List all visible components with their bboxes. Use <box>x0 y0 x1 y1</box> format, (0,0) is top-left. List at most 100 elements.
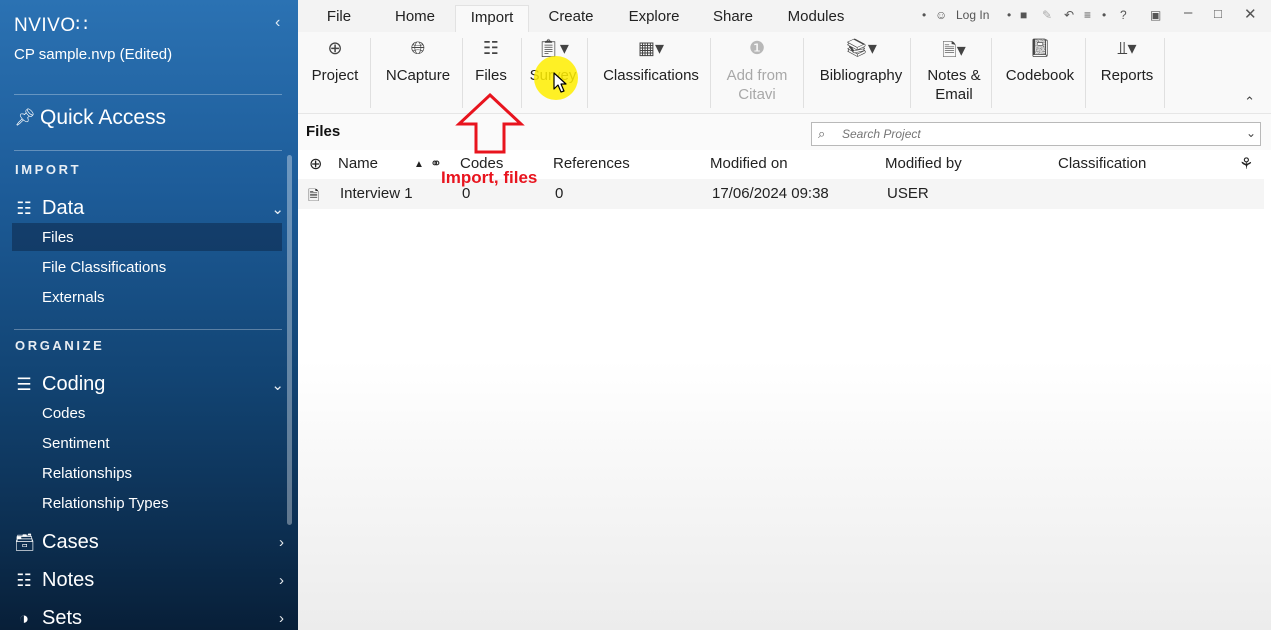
menu-bar: File Home Import Create Explore Share Mo… <box>298 0 1271 32</box>
sidebar-item-relationships[interactable]: Relationships <box>42 465 132 482</box>
tab-share[interactable]: Share <box>704 5 762 32</box>
sidebar-group-data[interactable]: ☷ Data ⌄ <box>14 197 286 220</box>
tab-explore[interactable]: Explore <box>619 5 689 32</box>
ribbon-separator <box>1164 38 1165 108</box>
main-area: File Home Import Create Explore Share Mo… <box>298 0 1271 630</box>
search-box[interactable]: ⌕ ⌄ <box>811 122 1261 146</box>
sidebar-group-coding-label: Coding <box>42 373 106 395</box>
files-panel-title: Files <box>306 123 341 140</box>
ribbon-separator <box>1085 38 1086 108</box>
reports-button[interactable]: ⫫▾ Reports <box>1090 32 1164 110</box>
column-header-references[interactable]: References <box>553 155 630 172</box>
quick-access[interactable]: 📌︎ Quick Access <box>14 106 166 130</box>
tab-import[interactable]: Import <box>455 5 529 32</box>
classifications-button-label: Classifications <box>603 67 699 84</box>
mouse-pointer-icon <box>553 72 567 93</box>
notes-email-label-line1: Notes & <box>927 67 981 84</box>
ncapture-button-label: NCapture <box>385 67 451 84</box>
project-button-label: Project <box>311 67 359 84</box>
ribbon-import: ⊕ Project 🌐︎ NCapture ☷ Files 📋︎▾ Survey… <box>298 32 1271 114</box>
sidebar-group-notes-label: Notes <box>42 569 95 591</box>
search-input[interactable] <box>842 125 1222 143</box>
collapse-sidebar-icon[interactable]: ‹ <box>275 14 280 32</box>
undo-icon[interactable]: ↶ <box>1064 8 1074 22</box>
cell-modified-by: USER <box>887 185 929 202</box>
codebook-button[interactable]: 📓︎ Codebook <box>998 32 1082 110</box>
project-button[interactable]: ⊕ Project <box>304 32 366 110</box>
document-icon: 🗎︎ <box>308 187 320 203</box>
sidebar-group-coding[interactable]: ☰ Coding ⌄ <box>14 373 286 396</box>
column-header-modified-on[interactable]: Modified on <box>710 155 788 172</box>
tab-file[interactable]: File <box>316 5 362 32</box>
minimize-icon[interactable]: – <box>1184 4 1192 21</box>
files-button-label: Files <box>475 67 507 84</box>
sidebar-group-data-label: Data <box>42 197 85 219</box>
tab-modules[interactable]: Modules <box>776 5 856 32</box>
citavi-icon: ❶ <box>748 38 766 58</box>
sidebar-group-cases[interactable]: 🗃︎ Cases › <box>14 531 286 554</box>
ribbon-separator <box>803 38 804 108</box>
chevron-down-icon[interactable]: ⌄ <box>1246 126 1256 140</box>
collapse-ribbon-icon[interactable]: ⌃ <box>1244 94 1255 110</box>
ribbon-separator <box>587 38 588 108</box>
add-from-citavi-button[interactable]: ❶ Add from Citavi <box>716 32 798 110</box>
notes-email-button[interactable]: 🗎︎▾ Notes & Email <box>914 32 994 110</box>
close-icon[interactable]: ✕ <box>1244 5 1257 23</box>
classifications-button[interactable]: ▦▾ Classifications <box>596 32 706 110</box>
sidebar-group-sets[interactable]: ◑ Sets › <box>14 607 286 630</box>
ncapture-button[interactable]: 🌐︎ NCapture <box>378 32 458 110</box>
notes-icon: ☷ <box>16 570 32 590</box>
account-icon[interactable]: ☺ <box>935 8 947 22</box>
sidebar-item-relationship-types[interactable]: Relationship Types <box>42 495 168 512</box>
sets-icon: ◑ <box>18 608 30 628</box>
help-icon[interactable]: ? <box>1120 8 1127 22</box>
bibliography-button[interactable]: 📚︎▾ Bibliography <box>808 32 914 110</box>
sidebar-scrollbar[interactable] <box>287 155 292 525</box>
column-header-classification[interactable]: Classification <box>1058 155 1146 172</box>
pin-icon: 📌︎ <box>14 108 36 127</box>
login-link[interactable]: Log In <box>956 8 989 22</box>
chevron-right-icon: › <box>279 610 284 627</box>
edit-icon[interactable]: ✎ <box>1042 8 1052 22</box>
annotation-label: Import, files <box>441 168 538 187</box>
sort-ascending-icon[interactable]: ▲ <box>414 159 424 170</box>
sidebar-item-sentiment[interactable]: Sentiment <box>42 435 110 452</box>
codebook-button-label: Codebook <box>1005 67 1075 84</box>
dot-icon: • <box>1007 8 1012 22</box>
files-toolbar: Files ⌕ ⌄ <box>298 114 1271 150</box>
sidebar-item-externals[interactable]: Externals <box>42 289 105 306</box>
classifications-grid-icon: ▦▾ <box>637 38 665 58</box>
save-icon[interactable]: ■ <box>1020 8 1027 22</box>
add-from-citavi-label-line2: Citavi <box>738 86 776 103</box>
palette-icon[interactable]: ⚘ <box>1239 154 1253 174</box>
list-background <box>298 360 1271 630</box>
chevron-down-icon: ⌄ <box>271 376 284 394</box>
notes-email-label-line2: Email <box>935 86 973 103</box>
cell-modified-on: 17/06/2024 09:38 <box>712 185 829 202</box>
customize-icon[interactable]: ≡ <box>1084 8 1091 22</box>
maximize-icon[interactable]: □ <box>1214 6 1222 21</box>
comment-icon[interactable]: ▣ <box>1150 8 1161 22</box>
ribbon-separator <box>991 38 992 108</box>
sidebar-item-codes[interactable]: Codes <box>42 405 85 422</box>
sidebar-group-notes[interactable]: ☷ Notes › <box>14 569 286 592</box>
sidebar-item-file-classifications[interactable]: File Classifications <box>42 259 166 276</box>
chevron-right-icon: › <box>279 572 284 589</box>
tab-create[interactable]: Create <box>538 5 604 32</box>
divider <box>14 94 282 95</box>
cell-name[interactable]: Interview 1 <box>340 185 413 202</box>
column-header-modified-by[interactable]: Modified by <box>885 155 962 172</box>
sidebar-item-files[interactable]: Files <box>42 229 74 246</box>
tab-home[interactable]: Home <box>386 5 444 32</box>
data-icon: ☷ <box>16 198 32 218</box>
add-column-icon[interactable]: ⊕ <box>309 154 322 174</box>
dot-icon: • <box>1102 8 1107 22</box>
annotation-up-arrow-icon <box>455 92 525 154</box>
divider <box>14 329 282 330</box>
dot-icon: • <box>922 8 927 22</box>
link-icon[interactable]: ⚭ <box>430 155 442 172</box>
column-header-name[interactable]: Name <box>338 155 378 172</box>
section-organize: ORGANIZE <box>15 338 105 353</box>
ribbon-separator <box>710 38 711 108</box>
navigation-sidebar: NVIVO∷ ‹ CP sample.nvp (Edited) 📌︎ Quick… <box>0 0 298 630</box>
